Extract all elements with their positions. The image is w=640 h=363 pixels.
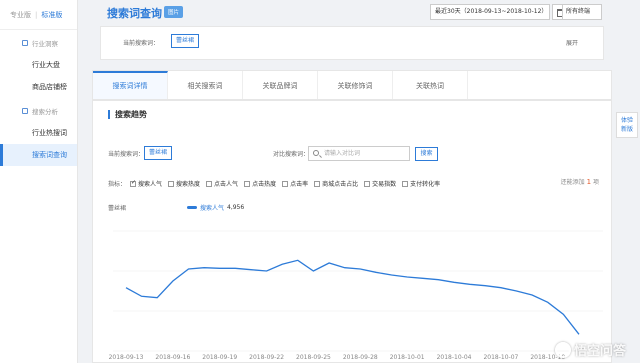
sidebar-item-hot-search[interactable]: 行业热搜词: [0, 122, 77, 144]
compare-keyword-label: 对比搜索词：: [273, 151, 310, 158]
trend-panel: 搜索趋势 当前搜索词： 蕾丝裙 对比搜索词： 请输入对比词 搜索 指标： 搜索人…: [92, 100, 612, 363]
side-tab-line1: 体验: [620, 117, 633, 124]
search-button[interactable]: 搜索: [415, 147, 438, 161]
watermark: 悟空问答: [554, 340, 626, 359]
sidebar-section-search: 搜索分析: [0, 100, 77, 122]
checkbox[interactable]: [364, 180, 371, 187]
compare-placeholder: 请输入对比词: [324, 150, 361, 157]
sidebar-item-product-ranking[interactable]: 商品店铺榜: [0, 76, 77, 98]
metric-label: 点击率: [290, 181, 309, 188]
current-keyword-label: 当前搜索词：: [123, 40, 160, 47]
trend-chart: 2018-09-13 2018-09-16 2018-09-19 2018-09-22…: [109, 230, 603, 361]
sidebar-section-industry: 行业洞察: [0, 32, 77, 54]
legend-series-value: 4,956: [227, 204, 245, 211]
version-switch: 专业版 | 标准版: [0, 0, 77, 30]
legend-swatch: [187, 206, 197, 209]
metrics-label: 指标：: [108, 181, 127, 188]
tab-bar: 搜索词详情 相关搜索词 关联品牌词 关联修饰词 关联热词: [92, 70, 612, 100]
metric-search-popularity[interactable]: 搜索人气: [130, 179, 162, 188]
checkbox[interactable]: [244, 180, 251, 187]
version-separator: |: [35, 10, 38, 19]
sidebar: 专业版 | 标准版 行业洞察 行业大盘 商品店铺榜 搜索分析 行业热搜词 搜索词…: [0, 0, 78, 363]
sidebar-section-title: 行业洞察: [32, 40, 58, 48]
metric-search-heat[interactable]: 搜索热度: [168, 179, 200, 188]
industry-icon: [22, 40, 28, 46]
checkbox[interactable]: [314, 180, 321, 187]
page-title: 搜索词查询: [107, 7, 162, 20]
x-tick-label: 2018-09-16: [155, 354, 190, 361]
metric-trade-index[interactable]: 交易指数: [364, 179, 396, 188]
metric-label: 商城点击占比: [322, 181, 359, 188]
metric-click-heat[interactable]: 点击热度: [244, 179, 276, 188]
current-keyword-chip[interactable]: 蕾丝裙: [144, 146, 173, 160]
tab-related-modifier[interactable]: 关联修饰词: [318, 71, 393, 99]
metrics-row: 指标： 搜索人气 搜索热度 点击人气 点击热度 点击率 商城点击占比 交易指数 …: [108, 179, 446, 189]
metric-pay-conversion[interactable]: 支付转化率: [402, 179, 440, 188]
x-axis-ticks: 2018-09-13 2018-09-16 2018-09-19 2018-09-22…: [109, 354, 566, 361]
series-line-search-popularity: [125, 259, 580, 335]
add-more-suffix: 项: [592, 179, 599, 186]
metric-label: 点击人气: [214, 181, 239, 188]
page-header: 搜索词查询 图片 最近30天（2018-09-13~2018-10-12） 所有…: [92, 0, 612, 26]
x-tick-label: 2018-10-04: [437, 354, 472, 361]
metric-label: 搜索人气: [138, 181, 163, 188]
add-more-hint: 还能添加 1 项: [561, 177, 599, 186]
main-content: 搜索词查询 图片 最近30天（2018-09-13~2018-10-12） 所有…: [92, 0, 612, 363]
x-tick-label: 2018-09-13: [109, 354, 144, 361]
checkbox[interactable]: [206, 180, 213, 187]
chart-grid: [113, 230, 603, 352]
checkbox[interactable]: [282, 180, 289, 187]
page-badge: 图片: [164, 6, 184, 18]
search-analysis-icon: [22, 108, 28, 114]
metric-click-popularity[interactable]: 点击人气: [206, 179, 238, 188]
sidebar-section-title: 搜索分析: [32, 108, 58, 116]
watermark-logo-icon: [554, 341, 571, 358]
x-tick-label: 2018-09-19: [202, 354, 237, 361]
add-more-prefix: 还能添加: [560, 179, 585, 186]
tab-search-detail[interactable]: 搜索词详情: [93, 71, 168, 99]
sidebar-item-industry-overview[interactable]: 行业大盘: [0, 54, 77, 76]
metric-label: 交易指数: [372, 181, 397, 188]
metric-label: 搜索热度: [176, 181, 201, 188]
metric-label: 支付转化率: [410, 181, 441, 188]
current-keyword-label: 当前搜索词：: [108, 151, 145, 158]
x-tick-label: 2018-09-25: [296, 354, 331, 361]
pro-version-link[interactable]: 专业版: [10, 10, 31, 20]
watermark-text: 悟空问答: [573, 344, 626, 359]
compare-keyword-input[interactable]: 请输入对比词: [308, 146, 410, 161]
standard-version-link[interactable]: 标准版: [41, 10, 62, 20]
tab-related-brand[interactable]: 关联品牌词: [243, 71, 318, 99]
metric-label: 点击热度: [252, 181, 277, 188]
keyword-filter-bar: 当前搜索词： 蕾丝裙 展开: [100, 26, 604, 60]
expand-toggle[interactable]: 展开: [566, 38, 578, 47]
date-range-select[interactable]: 最近30天（2018-09-13~2018-10-12）: [430, 4, 550, 20]
sidebar-item-search-query[interactable]: 搜索词查询: [0, 144, 77, 166]
tab-related-hot[interactable]: 关联热词: [393, 71, 468, 99]
metric-mall-click-share[interactable]: 商城点击占比: [314, 179, 358, 188]
new-version-tab[interactable]: 体验 新版: [616, 112, 638, 138]
checkbox-checked[interactable]: [130, 179, 136, 187]
checkbox[interactable]: [402, 180, 409, 187]
side-tab-line2: 新版: [620, 126, 633, 133]
checkbox[interactable]: [168, 180, 175, 187]
current-keyword-chip[interactable]: 蕾丝裙: [171, 34, 200, 48]
metric-ctr[interactable]: 点击率: [282, 179, 308, 188]
tab-related-search[interactable]: 相关搜索词: [168, 71, 243, 99]
add-more-count: 1: [586, 178, 592, 186]
terminal-select[interactable]: 所有终端: [562, 4, 602, 20]
search-icon: [313, 150, 319, 156]
x-tick-label: 2018-09-28: [343, 354, 378, 361]
x-tick-label: 2018-10-01: [390, 354, 425, 361]
x-tick-label: 2018-09-22: [249, 354, 284, 361]
section-title: 搜索趋势: [108, 110, 147, 119]
x-tick-label: 2018-10-07: [483, 354, 518, 361]
